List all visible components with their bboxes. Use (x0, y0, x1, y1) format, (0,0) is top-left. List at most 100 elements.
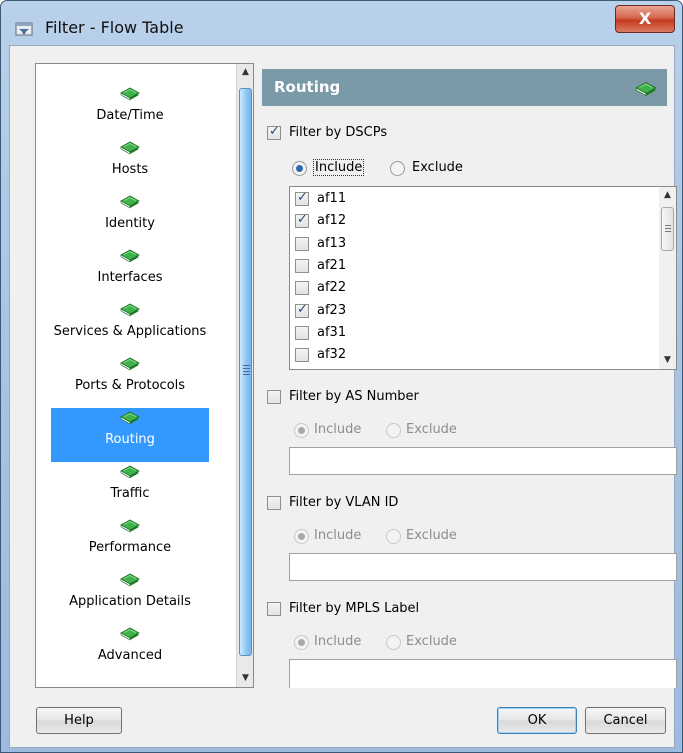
as-exclude-radio[interactable] (386, 423, 401, 438)
vlan-include-label: Include (314, 528, 362, 543)
green-book-icon (120, 192, 140, 210)
mpls-exclude-radio[interactable] (386, 635, 401, 650)
dscp-item-checkbox[interactable] (295, 258, 309, 273)
mpls-checkbox-label: Filter by MPLS Label (289, 601, 420, 616)
green-book-icon (120, 516, 140, 534)
scroll-down-icon[interactable]: ▼ (659, 352, 676, 369)
as-number-input[interactable] (289, 447, 677, 475)
dscp-item-label: af31 (317, 324, 347, 340)
dscp-item-checkbox[interactable] (295, 325, 309, 340)
mpls-label-input[interactable] (289, 659, 677, 688)
dscp-item-af21[interactable]: af21 (295, 256, 635, 277)
dscp-checkbox-box[interactable]: ✓ (267, 124, 281, 140)
dscp-item-af12[interactable]: ✓ af12 (295, 211, 635, 232)
nav-item-services-applications[interactable]: Services & Applications (51, 300, 209, 354)
dscp-item-label: af13 (317, 235, 347, 251)
nav-item-application-details[interactable]: Application Details (51, 570, 209, 624)
nav-item-label: Identity (105, 216, 155, 231)
dscp-checkbox-label: Filter by DSCPs (289, 125, 388, 140)
vlan-exclude-radio[interactable] (386, 529, 401, 544)
dscp-item-af11[interactable]: ✓ af11 (295, 189, 635, 210)
nav-scrollbar[interactable]: ▲ ▼ (236, 64, 253, 687)
nav-item-ports-protocols[interactable]: Ports & Protocols (51, 354, 209, 408)
nav-item-advanced[interactable]: Advanced (51, 624, 209, 678)
cancel-button[interactable]: Cancel (585, 707, 666, 734)
nav-item-interfaces[interactable]: Interfaces (51, 246, 209, 300)
dscp-item-checkbox[interactable]: ✓ (295, 212, 309, 229)
green-book-icon (635, 78, 657, 98)
nav-item-label: Advanced (97, 648, 163, 663)
vlan-checkbox-box[interactable] (267, 496, 281, 510)
filter-window-icon (15, 22, 33, 36)
dscp-list[interactable]: ✓ af11 ✓ af12 af13 af21 af22 ✓ af23 af31 af32 ▲ ▼ (289, 186, 677, 370)
checkmark-icon: ✓ (269, 124, 280, 139)
mpls-exclude-label: Exclude (406, 634, 457, 649)
as-include-radio[interactable] (294, 423, 309, 438)
dscp-item-label: af22 (317, 280, 347, 296)
nav-item-label: Application Details (69, 594, 191, 609)
filter-dialog: Filter - Flow Table X Date/Time Hosts Iden… (0, 0, 683, 753)
nav-item-performance[interactable]: Performance (51, 516, 209, 570)
vlan-mode-radios: Include Exclude (292, 528, 532, 548)
dscp-item-checkbox[interactable] (295, 281, 309, 296)
dscp-item-af23[interactable]: ✓ af23 (295, 301, 635, 322)
close-icon: X (638, 9, 652, 28)
dscp-item-checkbox[interactable]: ✓ (295, 190, 309, 206)
nav-item-label: Ports & Protocols (74, 378, 186, 393)
dscp-item-label: af12 (317, 213, 347, 229)
as-number-checkbox-box[interactable] (267, 390, 281, 404)
dscp-item-af32[interactable]: af32 (295, 345, 635, 366)
nav-item-label: Hosts (111, 162, 149, 177)
dscp-include-label[interactable]: Include (313, 159, 365, 176)
ok-button[interactable]: OK (497, 707, 577, 734)
scroll-up-icon[interactable]: ▲ (659, 187, 676, 204)
green-book-icon (120, 138, 140, 156)
green-book-icon (120, 462, 140, 480)
dscp-item-af31[interactable]: af31 (295, 323, 635, 344)
dscp-item-label: af32 (317, 347, 347, 363)
mpls-mode-radios: Include Exclude (292, 634, 532, 654)
dscp-scrollbar[interactable]: ▲ ▼ (659, 187, 676, 369)
dscp-item-checkbox[interactable] (295, 236, 309, 251)
nav-item-routing[interactable]: Routing (51, 408, 209, 462)
green-book-icon (120, 354, 140, 372)
mpls-include-radio[interactable] (294, 635, 309, 650)
mpls-checkbox-box[interactable] (267, 602, 281, 616)
as-include-label: Include (314, 422, 362, 437)
green-book-icon (120, 570, 140, 588)
dscp-mode-radios: Include Exclude (292, 159, 532, 180)
panel-header: Routing (262, 69, 667, 106)
help-button[interactable]: Help (36, 707, 122, 734)
nav-item-label: Traffic (110, 486, 150, 501)
scroll-up-icon[interactable]: ▲ (237, 64, 253, 81)
nav-item-hosts[interactable]: Hosts (51, 138, 209, 192)
nav-scroll-thumb[interactable] (239, 88, 252, 656)
dscp-item-af22[interactable]: af22 (295, 278, 635, 299)
vlan-id-input[interactable] (289, 553, 677, 581)
vlan-include-radio[interactable] (294, 529, 309, 544)
nav-item-date-time[interactable]: Date/Time (51, 84, 209, 138)
nav-item-label: Performance (88, 540, 172, 555)
dscp-item-label: af11 (317, 191, 347, 206)
nav-item-label: Routing (105, 432, 155, 447)
dscp-item-checkbox[interactable] (295, 348, 309, 363)
scroll-down-icon[interactable]: ▼ (237, 670, 253, 687)
dscp-item-checkbox[interactable]: ✓ (295, 302, 309, 318)
nav-item-traffic[interactable]: Traffic (51, 462, 209, 516)
dscp-item-label: af23 (317, 302, 347, 318)
dscp-include-radio[interactable] (292, 161, 307, 176)
mpls-include-label: Include (314, 634, 362, 649)
routing-panel: Routing ✓ Filter by DSCPs Include Exclud… (262, 63, 677, 688)
nav-item-identity[interactable]: Identity (51, 192, 209, 246)
green-book-icon (120, 246, 140, 264)
dscp-exclude-label[interactable]: Exclude (412, 160, 463, 175)
checkmark-icon: ✓ (297, 212, 308, 228)
nav-item-label: Services & Applications (53, 324, 207, 339)
dscp-exclude-radio[interactable] (390, 161, 405, 176)
green-book-icon (120, 624, 140, 642)
vlan-exclude-label: Exclude (406, 528, 457, 543)
dscp-scroll-thumb[interactable] (661, 207, 674, 251)
as-number-mode-radios: Include Exclude (292, 422, 532, 442)
dscp-item-af13[interactable]: af13 (295, 234, 635, 255)
close-button[interactable]: X (615, 5, 675, 33)
